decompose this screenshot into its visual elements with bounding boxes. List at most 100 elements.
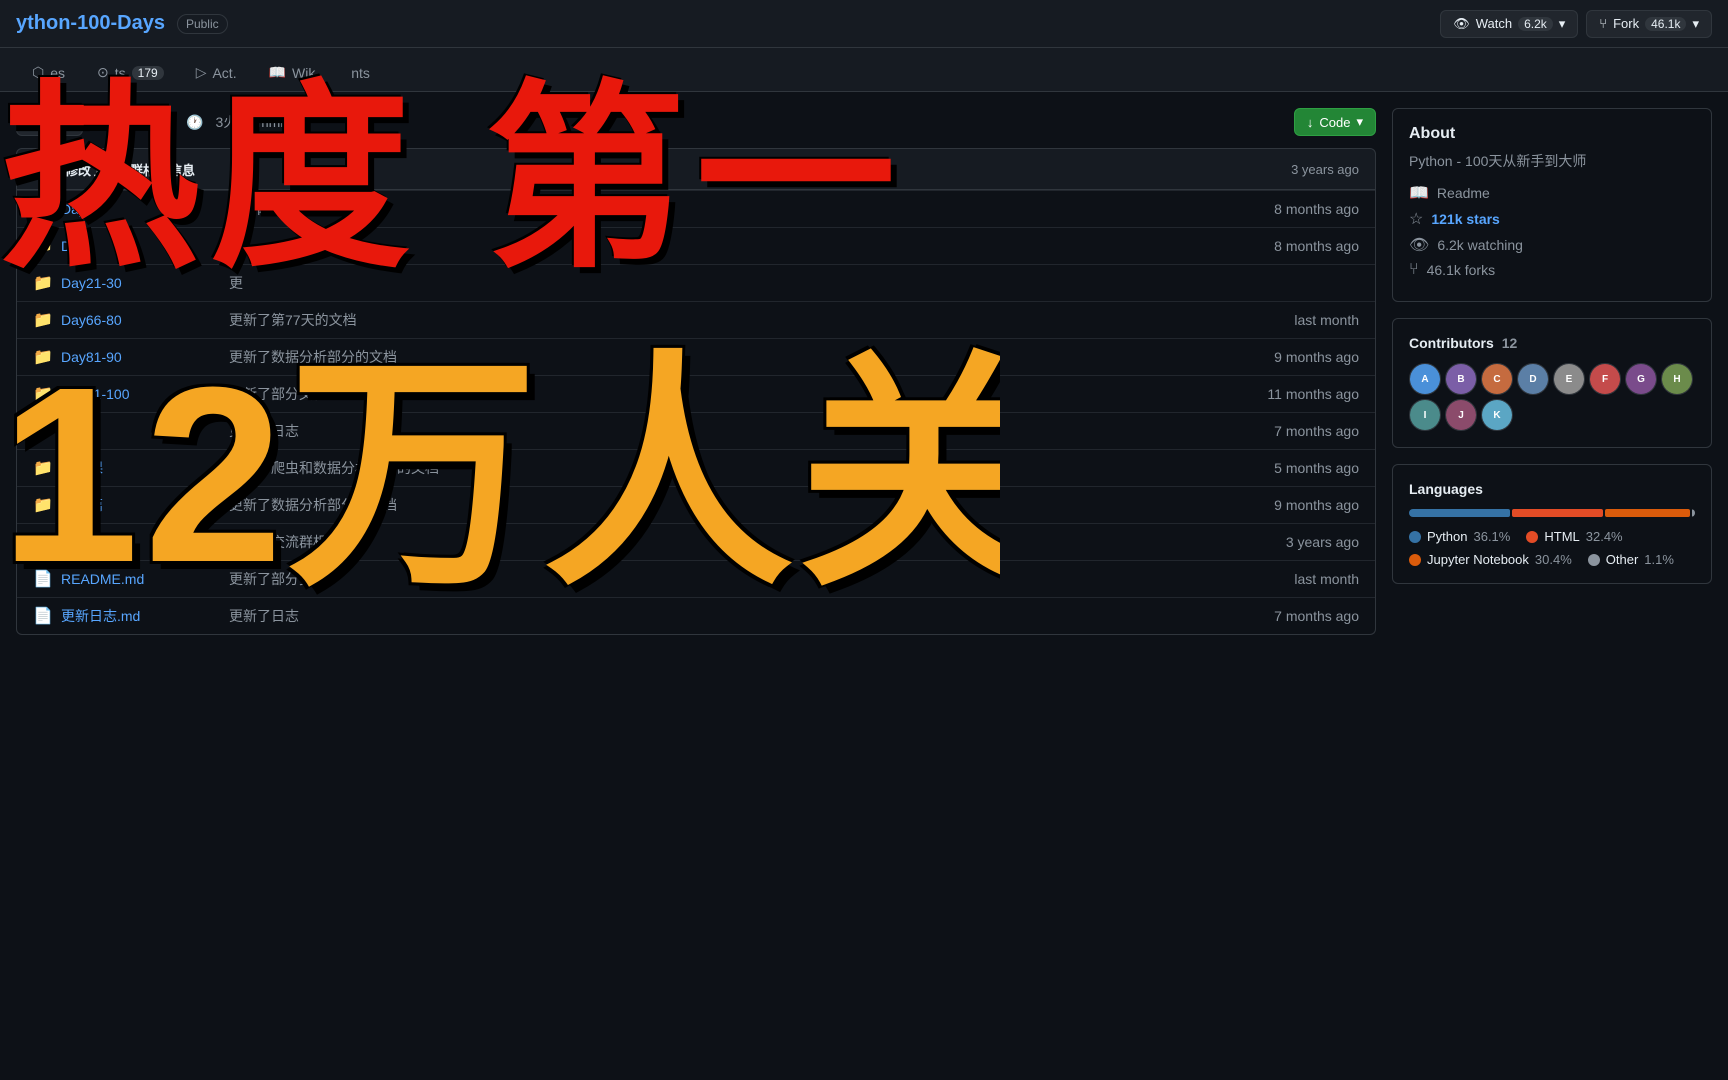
table-row[interactable]: 📁 Day66-80 更新了第77天的文档 last month [17,301,1375,338]
tab-wiki[interactable]: 📖 Wik. [253,56,336,91]
contributor-avatar[interactable]: E [1553,363,1585,395]
file-message: 更新了日志 [229,606,1266,626]
watch-button[interactable]: 👁 Watch 6.2k ▾ [1440,10,1578,38]
file-name[interactable]: res [61,423,221,439]
file-name[interactable]: Day [61,238,221,254]
file-table: 📁 Day 上了网友指出的错误 8 months ago 📁 Day 8 mon… [16,190,1376,635]
file-message: 更 [229,273,1351,293]
file-time: 7 months ago [1274,608,1359,624]
meta-divider: · [121,114,126,130]
contributor-avatar[interactable]: A [1409,363,1441,395]
languages-title: Languages [1409,481,1695,497]
file-message: 更新了爬虫和数据分析部分的文档 [229,458,1266,478]
about-watching[interactable]: 👁 6.2k watching [1409,235,1695,255]
folder-icon: 📁 [33,421,53,441]
file-time: 3 years ago [1286,534,1359,550]
table-row[interactable]: 📄 .gitignore 修改了交流群相关信息 3 years ago [17,523,1375,560]
meta-icon: 🕐 [186,114,203,131]
contributor-avatar[interactable]: H [1661,363,1693,395]
contributor-avatar[interactable]: I [1409,399,1441,431]
contributors-avatars: A B C D E F G H I J K [1409,363,1695,431]
other-segment [1692,509,1695,517]
table-row[interactable]: 📁 Day91-100 更新了部分文档 11 months ago [17,375,1375,412]
fork-icon-about: ⑂ [1409,261,1419,279]
file-name[interactable]: README.md [61,571,221,587]
other-dot [1588,554,1600,566]
file-time: 8 months ago [1274,201,1359,217]
contributor-avatar[interactable]: B [1445,363,1477,395]
file-name[interactable]: Day21-30 [61,275,221,291]
html-segment [1512,509,1603,517]
contributor-avatar[interactable]: K [1481,399,1513,431]
file-name[interactable]: 更新日志.md [61,606,221,626]
branch-icon: ⎇ [29,114,44,130]
contributors-box: Contributors 12 A B C D E F G H I J K [1392,318,1712,448]
lang-item-python: Python 36.1% [1409,529,1510,544]
table-row[interactable]: 📁 res 更新了日志 7 months ago [17,412,1375,449]
star-icon: ☆ [1409,209,1423,229]
contributor-avatar[interactable]: G [1625,363,1657,395]
chevron-down-icon-branch: ▾ [63,114,70,130]
repo-nav: ⬡ es ⊙ ts 179 ▷ Act. 📖 Wik. nts [0,48,1728,92]
committer-avatar [33,159,53,179]
file-name[interactable]: .gitignore [61,534,221,550]
table-row[interactable]: 📁 Day 8 months ago [17,227,1375,264]
tab-insights[interactable]: nts [335,57,386,91]
repo-name[interactable]: ython-100-Days [16,12,165,35]
contributor-avatar[interactable]: F [1589,363,1621,395]
lang-item-other: Other 1.1% [1588,552,1674,567]
code-button[interactable]: ↓ Code ▾ [1294,108,1376,136]
file-time: last month [1294,571,1359,587]
about-forks[interactable]: ⑂ 46.1k forks [1409,261,1695,279]
tab-issues[interactable]: ⊙ ts 179 [81,56,180,91]
file-time: 9 months ago [1274,349,1359,365]
sidebar: About Python - 100天从新手到大师 📖 Readme ☆ 121… [1392,108,1712,1064]
lang-item-html: HTML 32.4% [1526,529,1622,544]
table-row[interactable]: 📁 番外篇 更新了数据分析部分的文档 9 months ago [17,486,1375,523]
folder-icon: 📁 [33,458,53,478]
chevron-down-icon-code: ▾ [1356,114,1363,130]
main-content: ⎇ p ▾ 新 · is Jun 🕐 3火 ommits ↓ Code ▾ 修改… [0,92,1728,1080]
file-message: 修改了交流群相关信息 [229,532,1278,552]
commit-time: 3 years ago [1291,162,1359,177]
file-name[interactable]: 番外篇 [61,495,221,515]
folder-icon: 📁 [33,273,53,293]
contributor-avatar[interactable]: C [1481,363,1513,395]
issue-icon: ⊙ [97,64,109,81]
header-actions: 👁 Watch 6.2k ▾ ⑂ Fork 46.1k ▾ [1440,10,1712,38]
code-icon: ⬡ [32,64,44,81]
file-browser: ⎇ p ▾ 新 · is Jun 🕐 3火 ommits ↓ Code ▾ 修改… [16,108,1376,1064]
file-message: 更新了部分文档 [229,384,1259,404]
language-list: Python 36.1% HTML 32.4% Jupyter Notebook… [1409,529,1695,567]
branch-button[interactable]: ⎇ p ▾ [16,108,83,136]
file-name[interactable]: 公开课 [61,458,221,478]
tab-actions[interactable]: ▷ Act. [180,56,253,91]
contributor-avatar[interactable]: J [1445,399,1477,431]
actions-icon: ▷ [196,64,207,81]
fork-icon: ⑂ [1599,16,1607,31]
about-stars[interactable]: ☆ 121k stars [1409,209,1695,229]
file-name[interactable]: Day91-100 [61,386,221,402]
file-time: last month [1294,312,1359,328]
fork-button[interactable]: ⑂ Fork 46.1k ▾ [1586,10,1712,38]
about-description: Python - 100天从新手到大师 [1409,151,1695,171]
about-readme[interactable]: 📖 Readme [1409,183,1695,203]
file-name[interactable]: Day [61,201,221,217]
wiki-icon: 📖 [269,64,286,81]
commit-date: is Jun [137,114,174,130]
tab-code[interactable]: ⬡ es [16,56,81,91]
public-badge: Public [177,14,228,34]
file-name[interactable]: Day81-90 [61,349,221,365]
file-name[interactable]: Day66-80 [61,312,221,328]
table-row[interactable]: 📁 公开课 更新了爬虫和数据分析部分的文档 5 months ago [17,449,1375,486]
table-row[interactable]: 📁 Day81-90 更新了数据分析部分的文档 9 months ago [17,338,1375,375]
contributors-count: 12 [1502,335,1518,351]
table-row[interactable]: 📁 Day21-30 更 [17,264,1375,301]
folder-icon: 📁 [33,495,53,515]
table-row[interactable]: 📄 更新日志.md 更新了日志 7 months ago [17,597,1375,634]
github-header: ython-100-Days Public 👁 Watch 6.2k ▾ ⑂ F… [0,0,1728,48]
table-row[interactable]: 📁 Day 上了网友指出的错误 8 months ago [17,190,1375,227]
table-row[interactable]: 📄 README.md 更新了部分资源 last month [17,560,1375,597]
file-time: 8 months ago [1274,238,1359,254]
contributor-avatar[interactable]: D [1517,363,1549,395]
